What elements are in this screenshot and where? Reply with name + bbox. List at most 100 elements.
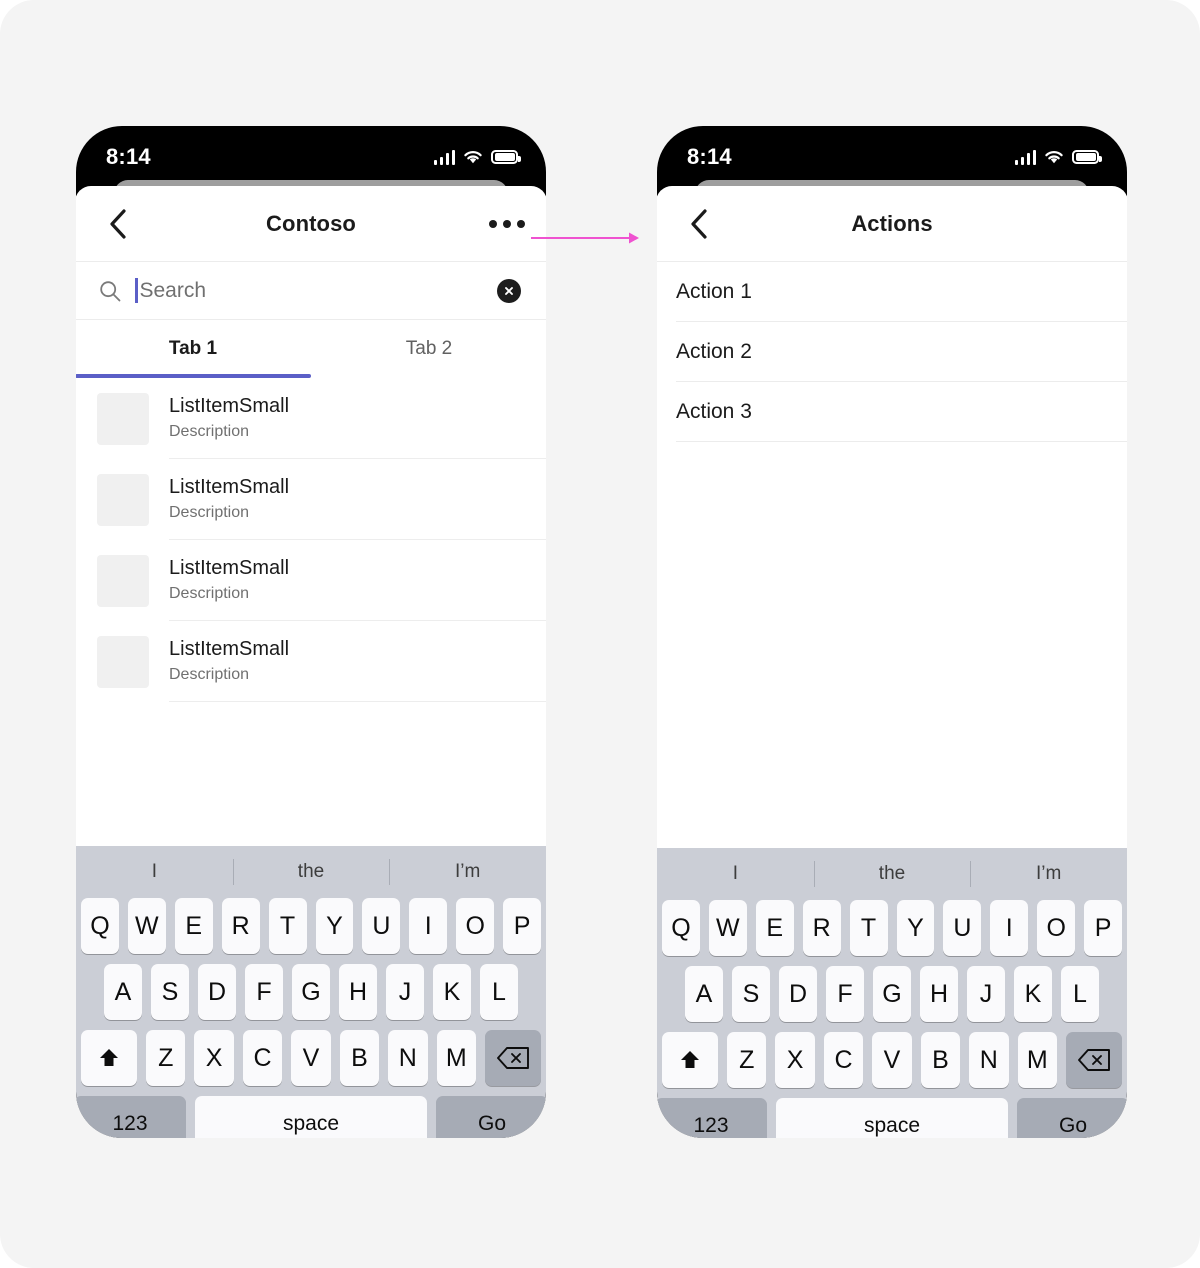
signal-bars-icon [433, 149, 455, 165]
prediction-3[interactable]: I’m [389, 861, 546, 883]
key-q[interactable]: Q [80, 898, 119, 954]
phone-right: 8:14 Actions Action 1 Action 2 Action 3 … [657, 126, 1127, 1138]
key-c[interactable]: C [242, 1030, 283, 1086]
go-key[interactable]: Go [1017, 1098, 1127, 1138]
shift-key[interactable] [81, 1030, 138, 1086]
numbers-key[interactable]: 123 [76, 1096, 186, 1138]
thumbnail-placeholder [97, 635, 149, 688]
list-item[interactable]: ListItemSmall Description [76, 459, 546, 540]
space-key[interactable]: space [776, 1098, 1008, 1138]
key-p[interactable]: P [503, 898, 542, 954]
predictive-bar: I the I’m [657, 848, 1127, 900]
key-q[interactable]: Q [661, 900, 700, 956]
key-c[interactable]: C [823, 1032, 864, 1088]
key-u[interactable]: U [362, 898, 401, 954]
key-o[interactable]: O [1037, 900, 1076, 956]
search-placeholder: Search [139, 278, 207, 302]
overflow-menu-button[interactable] [489, 219, 525, 228]
key-s[interactable]: S [151, 964, 189, 1020]
shift-key[interactable] [662, 1032, 719, 1088]
key-f[interactable]: F [245, 964, 283, 1020]
prediction-2[interactable]: the [814, 863, 971, 885]
list-item[interactable]: ListItemSmall Description [76, 621, 546, 702]
key-e[interactable]: E [174, 898, 213, 954]
navbar-left: Contoso [76, 186, 546, 262]
key-g[interactable]: G [873, 966, 911, 1022]
key-r[interactable]: R [802, 900, 841, 956]
key-z[interactable]: Z [727, 1032, 767, 1088]
key-b[interactable]: B [920, 1032, 961, 1088]
key-n[interactable]: N [969, 1032, 1009, 1088]
key-j[interactable]: J [386, 964, 424, 1020]
list-item[interactable]: ListItemSmall Description [76, 378, 546, 459]
key-x[interactable]: X [775, 1032, 815, 1088]
key-d[interactable]: D [198, 964, 236, 1020]
key-e[interactable]: E [755, 900, 794, 956]
keyboard-row-1: Q W E R T Y U I O P [657, 900, 1127, 956]
back-button[interactable] [101, 207, 135, 241]
prediction-1[interactable]: I [76, 861, 233, 883]
key-v[interactable]: V [291, 1030, 331, 1086]
key-v[interactable]: V [872, 1032, 912, 1088]
list-item-title: ListItemSmall [169, 395, 290, 417]
key-b[interactable]: B [339, 1030, 380, 1086]
action-item[interactable]: Action 2 [657, 322, 1127, 382]
key-p[interactable]: P [1084, 900, 1123, 956]
prediction-2[interactable]: the [233, 861, 390, 883]
key-l[interactable]: L [1061, 966, 1099, 1022]
key-s[interactable]: S [732, 966, 770, 1022]
backspace-key[interactable] [1065, 1032, 1122, 1088]
key-f[interactable]: F [826, 966, 864, 1022]
clear-search-button[interactable] [497, 278, 521, 303]
key-a[interactable]: A [685, 966, 723, 1022]
backspace-key[interactable] [484, 1030, 541, 1086]
key-t[interactable]: T [849, 900, 888, 956]
prediction-1[interactable]: I [657, 863, 814, 885]
key-a[interactable]: A [104, 964, 142, 1020]
key-o[interactable]: O [456, 898, 495, 954]
list-item-description: Description [169, 504, 250, 521]
key-d[interactable]: D [779, 966, 817, 1022]
search-input[interactable]: Search [135, 276, 497, 306]
key-m[interactable]: M [1017, 1032, 1057, 1088]
action-item[interactable]: Action 3 [657, 382, 1127, 442]
key-r[interactable]: R [221, 898, 260, 954]
status-bar-right: 8:14 [657, 126, 1127, 184]
key-x[interactable]: X [194, 1030, 234, 1086]
search-bar[interactable]: Search [76, 262, 546, 320]
key-t[interactable]: T [268, 898, 307, 954]
key-j[interactable]: J [967, 966, 1005, 1022]
canvas: 8:14 Contoso Search Tab 1 Tab 2 ListItem… [0, 0, 1200, 1268]
key-y[interactable]: Y [315, 898, 354, 954]
key-u[interactable]: U [943, 900, 982, 956]
key-y[interactable]: Y [896, 900, 935, 956]
key-w[interactable]: W [127, 898, 166, 954]
key-w[interactable]: W [708, 900, 747, 956]
key-g[interactable]: G [292, 964, 330, 1020]
keyboard-row-2: A S D F G H J K L [76, 964, 546, 1020]
key-n[interactable]: N [388, 1030, 428, 1086]
key-l[interactable]: L [480, 964, 518, 1020]
keyboard-row-4: 123 space Go [657, 1098, 1127, 1138]
list-item-title: ListItemSmall [169, 638, 290, 660]
key-k[interactable]: K [433, 964, 471, 1020]
key-h[interactable]: H [339, 964, 377, 1020]
chevron-left-icon [691, 208, 707, 239]
key-h[interactable]: H [920, 966, 958, 1022]
page-title: Contoso [266, 210, 356, 236]
tab-1[interactable]: Tab 1 [76, 320, 311, 378]
prediction-3[interactable]: I’m [970, 863, 1127, 885]
key-k[interactable]: K [1014, 966, 1052, 1022]
key-i[interactable]: I [409, 898, 448, 954]
key-m[interactable]: M [436, 1030, 476, 1086]
tab-2[interactable]: Tab 2 [311, 320, 546, 378]
go-key[interactable]: Go [436, 1096, 546, 1138]
key-z[interactable]: Z [146, 1030, 186, 1086]
key-i[interactable]: I [990, 900, 1029, 956]
list-item[interactable]: ListItemSmall Description [76, 540, 546, 621]
space-key[interactable]: space [195, 1096, 427, 1138]
back-button[interactable] [682, 207, 716, 241]
numbers-key[interactable]: 123 [657, 1098, 767, 1138]
action-item[interactable]: Action 1 [657, 262, 1127, 322]
keyboard-right: I the I’m Q W E R T Y U I O P A S D F G … [657, 848, 1127, 1138]
